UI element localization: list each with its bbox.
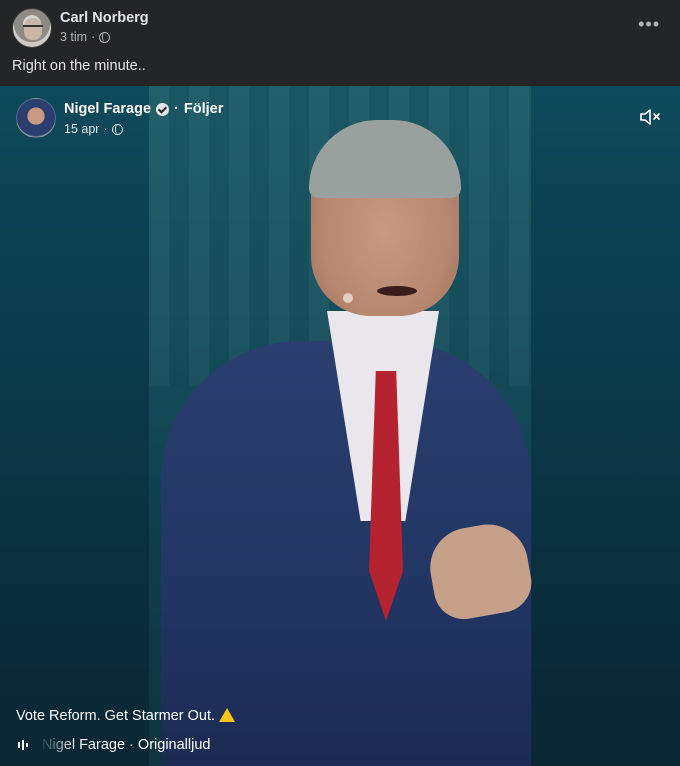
audio-text: Nigel Farage · Originalljud [42, 737, 210, 753]
audio-attribution[interactable]: Nigel Farage · Originalljud [18, 737, 210, 753]
more-options-icon[interactable]: ••• [638, 14, 660, 35]
video-meta: 15 apr · [64, 122, 123, 136]
post-time[interactable]: 3 tim [60, 30, 87, 44]
video-author-line: Nigel Farage · Följer [64, 101, 223, 117]
avatar-glasses [23, 25, 43, 32]
video-caption: Vote Reform. Get Starmer Out. [16, 708, 236, 724]
audio-separator: · [129, 737, 134, 753]
post-meta: 3 tim · [60, 30, 111, 44]
video-caption-text: Vote Reform. Get Starmer Out. [16, 708, 216, 724]
post-author-name[interactable]: Carl Norberg [60, 10, 149, 26]
speaker-muted-icon[interactable] [638, 106, 662, 128]
author-separator: · [174, 101, 179, 117]
warning-icon [219, 708, 236, 722]
follow-button[interactable]: Följer [184, 101, 223, 117]
video-author-name[interactable]: Nigel Farage [64, 101, 151, 117]
headset-mic [343, 293, 353, 303]
video-meta-separator: · [103, 122, 108, 136]
post-caption: Right on the minute.. [12, 58, 146, 74]
meta-separator: · [91, 30, 96, 44]
audio-author: Nigel Farage [42, 737, 126, 753]
audio-bars-icon [18, 740, 32, 750]
globe-icon [99, 31, 111, 43]
video-date[interactable]: 15 apr [64, 122, 99, 136]
speaker-mouth [377, 286, 417, 296]
verified-badge-icon [156, 102, 170, 116]
author-avatar[interactable] [12, 8, 52, 48]
video-frame [149, 86, 537, 766]
globe-icon [111, 123, 123, 135]
video-author-avatar[interactable] [16, 98, 56, 138]
post-header: Carl Norberg 3 tim · ••• Right on the mi… [0, 0, 680, 86]
audio-label: Originalljud [137, 737, 211, 753]
video-player[interactable]: Nigel Farage · Följer 15 apr · Vote Refo… [0, 86, 680, 766]
